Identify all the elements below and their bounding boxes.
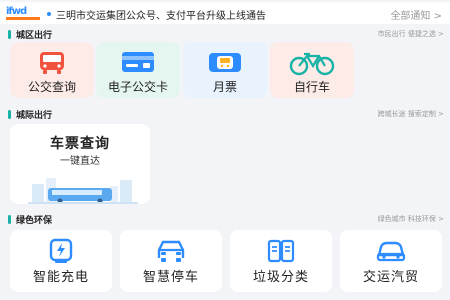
ticket-query-card[interactable]: 车票查询 一键直达 — [10, 124, 150, 204]
city-item-monthly-ticket[interactable]: 月票 — [183, 42, 267, 98]
section-accent — [8, 215, 11, 224]
section-more-link[interactable]: 市民出行 便捷之选 > — [378, 29, 444, 39]
section-title: 城区出行 — [16, 31, 53, 41]
home-page: ifwd 三明市交运集团公众号、支付平台升级上线通告 全部通知 > 城区出行 市… — [0, 0, 450, 300]
bicycle-icon — [289, 52, 335, 76]
notice-message[interactable]: 三明市交运集团公众号、支付平台升级上线通告 — [56, 7, 266, 22]
ticket-query-subtitle: 一键直达 — [60, 156, 100, 167]
ticket-query-title: 车票查询 — [50, 136, 110, 152]
city-item-e-card[interactable]: 电子公交卡 — [96, 42, 180, 98]
city-item-label: 公交查询 — [27, 80, 76, 94]
notice-bar[interactable]: ifwd 三明市交运集团公众号、支付平台升级上线通告 全部通知 > — [0, 2, 450, 24]
green-item-auto-trade[interactable]: 交运汽贸 — [340, 230, 442, 292]
coach-illustration-icon — [28, 178, 138, 204]
city-item-label: 电子公交卡 — [107, 80, 168, 94]
notice-more-link[interactable]: 全部通知 > — [390, 7, 442, 22]
charging-icon — [49, 238, 73, 263]
card-icon — [122, 52, 154, 72]
green-item-garbage-sorting[interactable]: 垃圾分类 — [230, 230, 332, 292]
section-more-link[interactable]: 跨城长途 搜索定制 > — [378, 109, 444, 119]
notice-dot-icon — [47, 12, 51, 16]
city-item-label: 自行车 — [293, 80, 330, 94]
city-item-bicycle[interactable]: 自行车 — [270, 42, 354, 98]
car-trade-icon — [376, 241, 406, 262]
green-item-label: 智能充电 — [32, 270, 89, 285]
parking-icon — [157, 240, 185, 262]
brand-logo: ifwd — [6, 6, 40, 21]
green-item-label: 垃圾分类 — [252, 270, 309, 285]
section-title: 绿色环保 — [16, 216, 53, 226]
green-item-smart-charging[interactable]: 智能充电 — [10, 230, 112, 292]
section-accent — [8, 110, 11, 119]
section-accent — [8, 30, 11, 39]
city-item-label: 月票 — [212, 80, 237, 94]
section-header-intercity: 城际出行 跨城长途 搜索定制 > — [0, 107, 450, 123]
section-title: 城际出行 — [16, 111, 53, 121]
bus-icon — [40, 52, 64, 74]
section-header-city: 城区出行 市民出行 便捷之选 > — [0, 27, 450, 43]
section-more-link[interactable]: 绿色城市 科技环保 > — [378, 214, 444, 224]
ticket-bus-icon — [209, 53, 241, 72]
trash-sort-icon — [267, 239, 295, 263]
green-item-label: 交运汽贸 — [362, 270, 419, 285]
green-item-smart-parking[interactable]: 智慧停车 — [120, 230, 222, 292]
green-item-label: 智慧停车 — [142, 270, 199, 285]
city-item-bus-query[interactable]: 公交查询 — [10, 42, 94, 98]
section-header-green: 绿色环保 绿色城市 科技环保 > — [0, 212, 450, 228]
